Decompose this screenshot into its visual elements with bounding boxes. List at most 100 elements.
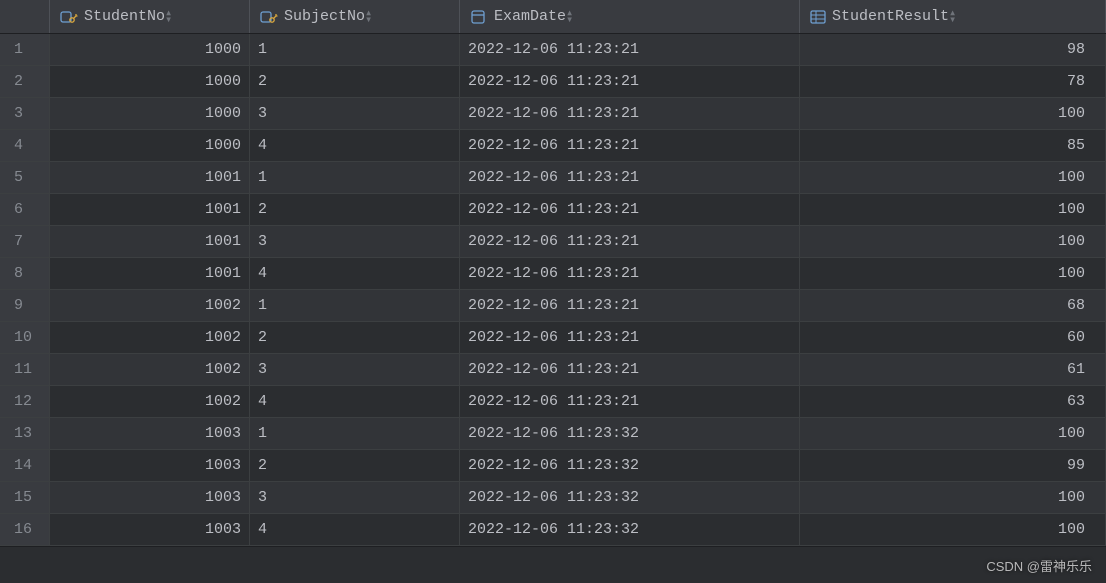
- cell-examdate[interactable]: 2022-12-06 11:23:21: [460, 322, 800, 353]
- cell-subjectno[interactable]: 3: [250, 98, 460, 129]
- column-header-studentresult[interactable]: StudentResult ▴▾: [800, 0, 1106, 33]
- row-number-cell[interactable]: 16: [0, 514, 50, 545]
- table-row[interactable]: 15100332022-12-06 11:23:32100: [0, 482, 1106, 514]
- cell-subjectno[interactable]: 3: [250, 354, 460, 385]
- cell-studentresult[interactable]: 98: [800, 34, 1106, 65]
- row-number-cell[interactable]: 11: [0, 354, 50, 385]
- cell-subjectno[interactable]: 2: [250, 322, 460, 353]
- cell-examdate[interactable]: 2022-12-06 11:23:32: [460, 418, 800, 449]
- cell-examdate[interactable]: 2022-12-06 11:23:21: [460, 226, 800, 257]
- sort-icon[interactable]: ▴▾: [165, 10, 172, 24]
- cell-subjectno[interactable]: 4: [250, 130, 460, 161]
- sort-icon[interactable]: ▴▾: [365, 10, 372, 24]
- cell-examdate[interactable]: 2022-12-06 11:23:21: [460, 194, 800, 225]
- row-number-cell[interactable]: 12: [0, 386, 50, 417]
- cell-examdate[interactable]: 2022-12-06 11:23:21: [460, 130, 800, 161]
- row-number-cell[interactable]: 7: [0, 226, 50, 257]
- cell-studentno[interactable]: 1000: [50, 130, 250, 161]
- cell-studentresult[interactable]: 60: [800, 322, 1106, 353]
- cell-studentno[interactable]: 1001: [50, 194, 250, 225]
- row-number-cell[interactable]: 2: [0, 66, 50, 97]
- cell-studentresult[interactable]: 78: [800, 66, 1106, 97]
- cell-studentresult[interactable]: 100: [800, 418, 1106, 449]
- cell-subjectno[interactable]: 2: [250, 194, 460, 225]
- row-number-cell[interactable]: 10: [0, 322, 50, 353]
- cell-examdate[interactable]: 2022-12-06 11:23:21: [460, 34, 800, 65]
- table-row[interactable]: 11100232022-12-06 11:23:2161: [0, 354, 1106, 386]
- cell-examdate[interactable]: 2022-12-06 11:23:21: [460, 66, 800, 97]
- cell-studentno[interactable]: 1003: [50, 418, 250, 449]
- cell-studentresult[interactable]: 100: [800, 482, 1106, 513]
- cell-studentno[interactable]: 1002: [50, 386, 250, 417]
- cell-studentno[interactable]: 1000: [50, 34, 250, 65]
- cell-subjectno[interactable]: 4: [250, 258, 460, 289]
- cell-examdate[interactable]: 2022-12-06 11:23:21: [460, 98, 800, 129]
- row-number-cell[interactable]: 1: [0, 34, 50, 65]
- cell-subjectno[interactable]: 2: [250, 450, 460, 481]
- cell-studentresult[interactable]: 63: [800, 386, 1106, 417]
- table-row[interactable]: 5100112022-12-06 11:23:21100: [0, 162, 1106, 194]
- cell-studentresult[interactable]: 100: [800, 226, 1106, 257]
- cell-studentno[interactable]: 1003: [50, 482, 250, 513]
- row-number-cell[interactable]: 13: [0, 418, 50, 449]
- cell-examdate[interactable]: 2022-12-06 11:23:21: [460, 162, 800, 193]
- sort-icon[interactable]: ▴▾: [949, 10, 956, 24]
- cell-studentno[interactable]: 1003: [50, 514, 250, 545]
- table-row[interactable]: 9100212022-12-06 11:23:2168: [0, 290, 1106, 322]
- cell-subjectno[interactable]: 1: [250, 290, 460, 321]
- cell-studentresult[interactable]: 100: [800, 258, 1106, 289]
- cell-studentresult[interactable]: 85: [800, 130, 1106, 161]
- cell-studentno[interactable]: 1002: [50, 290, 250, 321]
- cell-studentresult[interactable]: 100: [800, 98, 1106, 129]
- row-number-cell[interactable]: 14: [0, 450, 50, 481]
- cell-studentno[interactable]: 1003: [50, 450, 250, 481]
- cell-examdate[interactable]: 2022-12-06 11:23:32: [460, 514, 800, 545]
- table-row[interactable]: 1100012022-12-06 11:23:2198: [0, 34, 1106, 66]
- cell-studentno[interactable]: 1002: [50, 354, 250, 385]
- table-row[interactable]: 10100222022-12-06 11:23:2160: [0, 322, 1106, 354]
- table-row[interactable]: 7100132022-12-06 11:23:21100: [0, 226, 1106, 258]
- cell-examdate[interactable]: 2022-12-06 11:23:32: [460, 482, 800, 513]
- row-number-cell[interactable]: 8: [0, 258, 50, 289]
- cell-subjectno[interactable]: 2: [250, 66, 460, 97]
- cell-subjectno[interactable]: 1: [250, 418, 460, 449]
- cell-studentno[interactable]: 1002: [50, 322, 250, 353]
- table-row[interactable]: 14100322022-12-06 11:23:3299: [0, 450, 1106, 482]
- table-row[interactable]: 2100022022-12-06 11:23:2178: [0, 66, 1106, 98]
- cell-examdate[interactable]: 2022-12-06 11:23:21: [460, 354, 800, 385]
- table-row[interactable]: 16100342022-12-06 11:23:32100: [0, 514, 1106, 546]
- row-number-cell[interactable]: 5: [0, 162, 50, 193]
- column-header-studentno[interactable]: StudentNo ▴▾: [50, 0, 250, 33]
- cell-studentresult[interactable]: 100: [800, 162, 1106, 193]
- cell-subjectno[interactable]: 1: [250, 162, 460, 193]
- cell-examdate[interactable]: 2022-12-06 11:23:21: [460, 386, 800, 417]
- cell-examdate[interactable]: 2022-12-06 11:23:32: [460, 450, 800, 481]
- row-number-cell[interactable]: 6: [0, 194, 50, 225]
- cell-studentresult[interactable]: 100: [800, 194, 1106, 225]
- cell-subjectno[interactable]: 3: [250, 482, 460, 513]
- cell-studentno[interactable]: 1001: [50, 258, 250, 289]
- table-row[interactable]: 12100242022-12-06 11:23:2163: [0, 386, 1106, 418]
- cell-examdate[interactable]: 2022-12-06 11:23:21: [460, 290, 800, 321]
- row-number-cell[interactable]: 4: [0, 130, 50, 161]
- row-number-cell[interactable]: 3: [0, 98, 50, 129]
- sort-icon[interactable]: ▴▾: [566, 10, 573, 24]
- cell-studentresult[interactable]: 68: [800, 290, 1106, 321]
- cell-studentresult[interactable]: 100: [800, 514, 1106, 545]
- cell-subjectno[interactable]: 4: [250, 386, 460, 417]
- row-number-cell[interactable]: 15: [0, 482, 50, 513]
- table-row[interactable]: 4100042022-12-06 11:23:2185: [0, 130, 1106, 162]
- cell-studentno[interactable]: 1001: [50, 226, 250, 257]
- cell-subjectno[interactable]: 1: [250, 34, 460, 65]
- cell-studentno[interactable]: 1001: [50, 162, 250, 193]
- table-row[interactable]: 6100122022-12-06 11:23:21100: [0, 194, 1106, 226]
- row-number-header[interactable]: [0, 0, 50, 33]
- table-row[interactable]: 13100312022-12-06 11:23:32100: [0, 418, 1106, 450]
- table-row[interactable]: 8100142022-12-06 11:23:21100: [0, 258, 1106, 290]
- row-number-cell[interactable]: 9: [0, 290, 50, 321]
- cell-studentresult[interactable]: 99: [800, 450, 1106, 481]
- cell-subjectno[interactable]: 4: [250, 514, 460, 545]
- cell-studentresult[interactable]: 61: [800, 354, 1106, 385]
- cell-studentno[interactable]: 1000: [50, 98, 250, 129]
- cell-studentno[interactable]: 1000: [50, 66, 250, 97]
